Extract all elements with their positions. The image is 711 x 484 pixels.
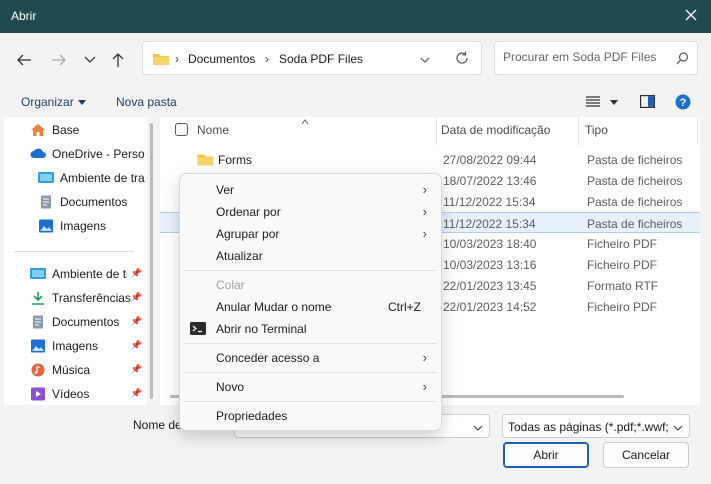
breadcrumb-soda-pdf-files[interactable]: Soda PDF Files (279, 52, 363, 66)
view-options-caret-icon[interactable] (610, 100, 618, 105)
folder-icon (197, 153, 214, 169)
menu-item-novo[interactable]: Novo › (184, 376, 437, 398)
column-header-date[interactable]: Data de modificação (441, 123, 550, 137)
pin-icon[interactable]: 📌 (131, 364, 142, 375)
search-box[interactable] (494, 41, 698, 75)
organize-caret-icon[interactable] (78, 100, 86, 105)
up-arrow-icon[interactable] (107, 50, 129, 70)
sidebar-scrollbar[interactable] (150, 123, 153, 399)
cancel-button[interactable]: Cancelar (603, 442, 689, 468)
chevron-right-icon: › (422, 204, 427, 219)
menu-item-abrir-no-terminal[interactable]: Abrir no Terminal (184, 318, 437, 340)
view-list-icon[interactable] (586, 96, 600, 110)
table-row[interactable]: Forms 27/08/2022 09:44 Pasta de ficheiro… (160, 149, 700, 170)
address-bar[interactable]: › Documentos › Soda PDF Files (142, 41, 482, 75)
image-icon (38, 219, 54, 233)
pin-icon[interactable]: 📌 (131, 268, 142, 279)
open-button[interactable]: Abrir (503, 442, 589, 468)
desktop-icon (38, 171, 54, 185)
pin-icon[interactable]: 📌 (131, 340, 142, 351)
chevron-down-icon[interactable] (473, 421, 483, 435)
document-icon (30, 315, 46, 329)
video-icon (30, 387, 46, 401)
menu-item-conceder-acesso-a[interactable]: Conceder acesso a › (184, 347, 437, 369)
search-icon[interactable] (676, 52, 689, 68)
back-arrow-icon[interactable] (13, 50, 35, 70)
shortcut-label: Ctrl+Z (388, 300, 421, 314)
image-icon (30, 339, 46, 353)
column-header-name[interactable]: Nome (197, 123, 229, 137)
new-folder-button[interactable]: Nova pasta (116, 95, 177, 109)
chevron-down-icon[interactable] (420, 53, 430, 67)
menu-item-anular-mudar-o-nome[interactable]: Anular Mudar o nome Ctrl+Z (184, 296, 437, 318)
menu-separator (184, 270, 437, 271)
menu-separator (184, 343, 437, 344)
column-header-type[interactable]: Tipo (585, 123, 608, 137)
menu-item-atualizar[interactable]: Atualizar (184, 245, 437, 267)
sort-ascending-icon (301, 117, 309, 128)
forward-arrow-icon[interactable] (48, 50, 70, 70)
pin-icon[interactable]: 📌 (131, 388, 142, 399)
filename-label: Nome de (133, 418, 182, 432)
sidebar-item-onedrive[interactable]: OneDrive - Personal (4, 143, 147, 165)
sidebar-item-imagens[interactable]: Imagens 📌 (4, 335, 147, 357)
document-icon (38, 195, 54, 209)
music-icon (30, 363, 46, 377)
sidebar-item-base[interactable]: Base (4, 119, 147, 141)
download-icon (30, 291, 46, 305)
window-title: Abrir (11, 9, 37, 23)
chevron-right-icon: › (422, 182, 427, 197)
cloud-icon (30, 147, 46, 161)
sidebar-item-transferencias[interactable]: Transferências 📌 (4, 287, 147, 309)
sidebar-item-documentos-onedrive[interactable]: Documentos (4, 191, 147, 213)
menu-item-colar: Colar (216, 278, 245, 292)
sidebar-item-desktop[interactable]: Ambiente de trabalho 📌 (4, 263, 147, 285)
sidebar-item-desktop-onedrive[interactable]: Ambiente de trabalho (4, 167, 147, 189)
context-menu: Ver › Ordenar por › Agrupar por › Atuali… (179, 173, 442, 431)
help-icon[interactable]: ? (675, 94, 691, 113)
navigation-pane: Base OneDrive - Personal Ambiente de tra… (4, 117, 147, 405)
preview-pane-icon[interactable] (640, 95, 656, 111)
title-bar: Abrir (0, 0, 711, 33)
column-divider[interactable] (578, 117, 579, 145)
column-divider[interactable] (436, 117, 437, 145)
chevron-down-icon[interactable] (673, 421, 683, 435)
chevron-right-icon: › (422, 226, 427, 241)
desktop-icon (30, 267, 46, 281)
column-divider[interactable] (697, 117, 698, 145)
breadcrumb-documentos[interactable]: Documentos (188, 52, 255, 66)
pin-icon[interactable]: 📌 (131, 316, 142, 327)
menu-separator (184, 372, 437, 373)
menu-item-agrupar-por[interactable]: Agrupar por › (184, 223, 437, 245)
filetype-select[interactable]: Todas as páginas (*.pdf;*.wwf;*. (502, 414, 690, 438)
chevron-right-icon: › (422, 350, 427, 365)
sidebar-item-musica[interactable]: Música 📌 (4, 359, 147, 381)
command-bar: Organizar Nova pasta ? (2, 89, 709, 113)
organize-button[interactable]: Organizar (21, 95, 74, 109)
refresh-icon[interactable] (455, 51, 469, 68)
sidebar-item-imagens-onedrive[interactable]: Imagens (4, 215, 147, 237)
menu-item-ordenar-por[interactable]: Ordenar por › (184, 201, 437, 223)
close-icon[interactable] (683, 7, 699, 23)
menu-item-propriedades[interactable]: Propriedades (184, 405, 437, 427)
folder-icon (152, 52, 170, 69)
sidebar-divider (14, 251, 134, 252)
sidebar-item-videos[interactable]: Vídeos 📌 (4, 383, 147, 405)
terminal-icon (190, 322, 206, 338)
recent-locations-chevron-icon[interactable] (79, 50, 101, 70)
sidebar-item-documentos[interactable]: Documentos 📌 (4, 311, 147, 333)
pin-icon[interactable]: 📌 (131, 292, 142, 303)
menu-separator (184, 401, 437, 402)
search-input[interactable] (503, 50, 671, 64)
chevron-right-icon: › (422, 379, 427, 394)
home-icon (30, 123, 46, 137)
select-all-checkbox[interactable] (175, 123, 188, 136)
menu-item-ver[interactable]: Ver › (184, 179, 437, 201)
breadcrumb-separator: › (175, 52, 179, 66)
breadcrumb-separator: › (265, 52, 269, 66)
svg-text:?: ? (680, 97, 687, 109)
